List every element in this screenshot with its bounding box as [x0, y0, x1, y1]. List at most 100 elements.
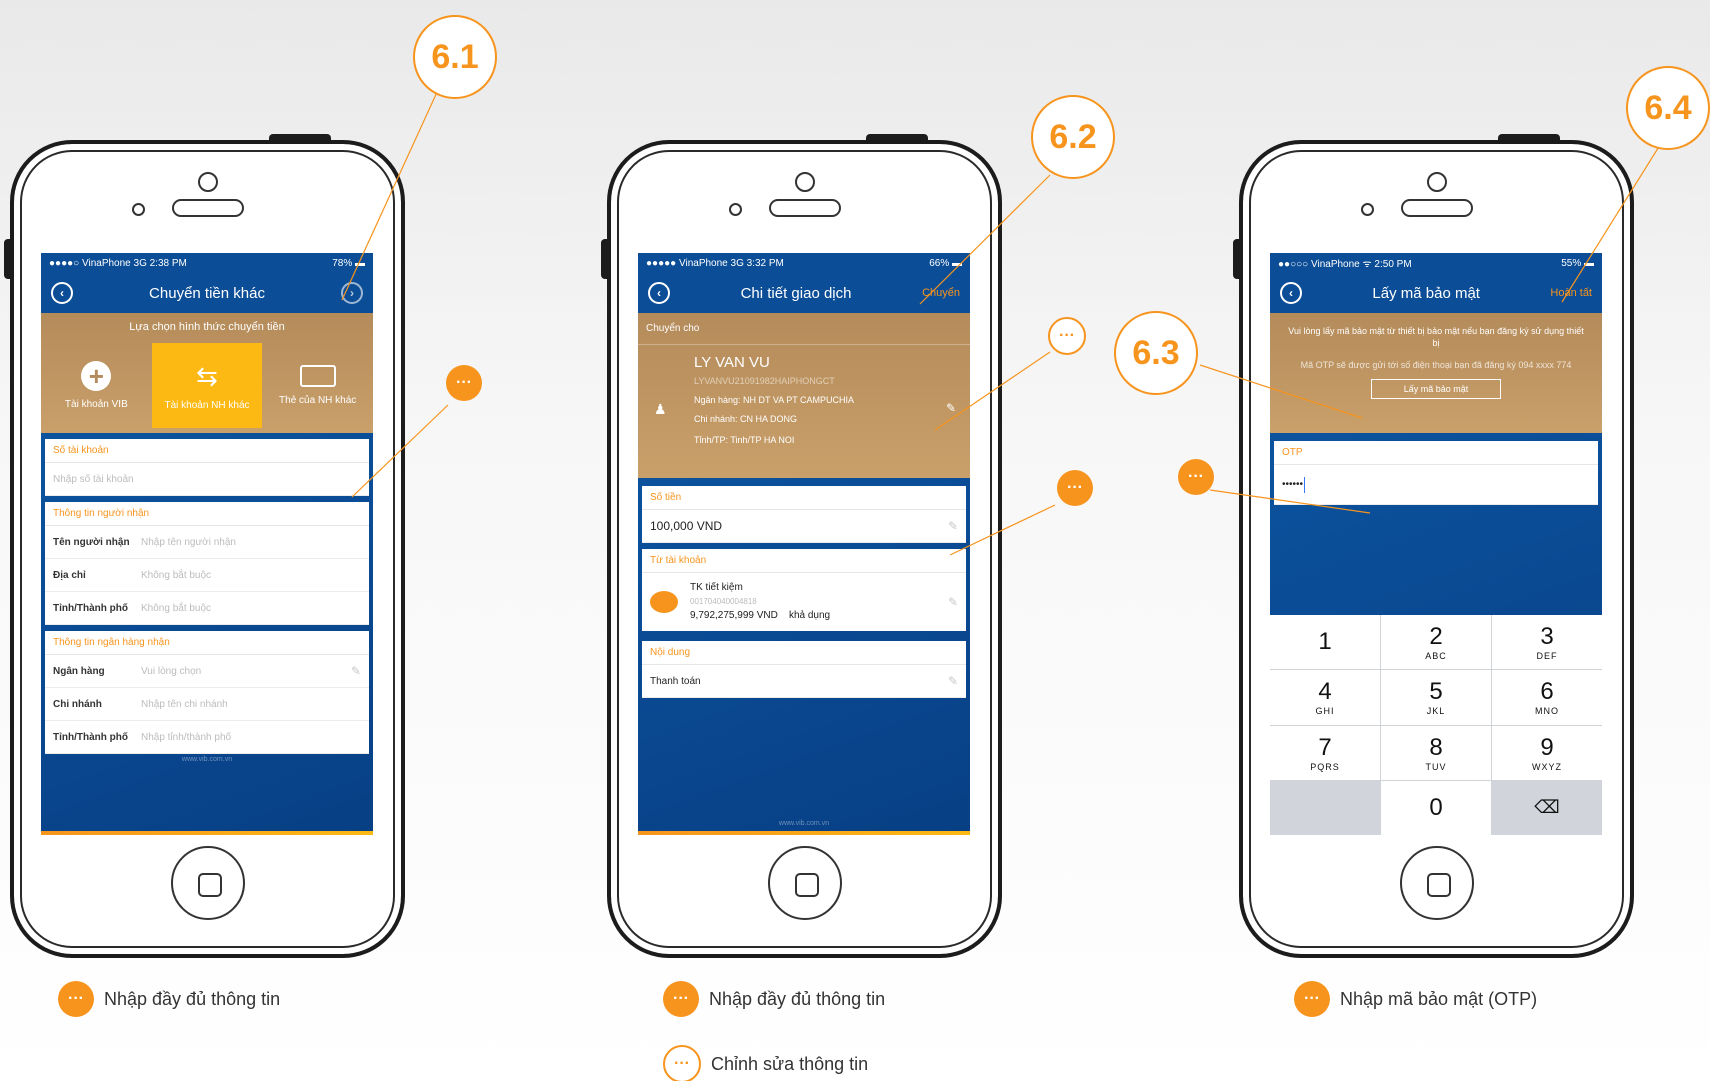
field-placeholder: Không bắt buộc: [141, 602, 212, 614]
backspace-icon: ⌫: [1534, 797, 1560, 818]
key-digit: 4: [1318, 678, 1332, 706]
key-digit: 5: [1429, 678, 1443, 706]
sensor: [729, 203, 742, 216]
key-digit: 3: [1540, 623, 1554, 651]
amount-value: 100,000 VND: [650, 519, 723, 533]
numeric-keypad: 1 2 ABC 3 DEF 4 GHI 5 JKL 6 MNO 7 PQRS 8 TUV 9W…: [1270, 615, 1602, 835]
get-code-button[interactable]: Lấy mã bảo mật: [1370, 379, 1502, 399]
marker-fill-3: ···: [1178, 459, 1214, 495]
back-icon[interactable]: ‹: [1280, 282, 1302, 304]
key-9[interactable]: 9 WXYZ: [1492, 725, 1602, 780]
content-value: Thanh toán: [650, 675, 701, 687]
amount-field[interactable]: 100,000 VND ✎: [642, 510, 966, 543]
status-carrier: ●●●●○ VinaPhone 3G 2:38 PM: [49, 257, 187, 269]
key-letters: TUV: [1425, 761, 1447, 772]
key-blank: [1270, 780, 1380, 835]
branch-field[interactable]: Chi nhánh Nhập tên chi nhánh: [45, 688, 369, 721]
fill-marker-icon: ···: [1294, 981, 1330, 1017]
recipient-info-header: Thông tin người nhận: [45, 502, 369, 526]
source-account-header: Từ tài khoản: [642, 549, 966, 573]
bank-info-header: Thông tin ngân hàng nhận: [45, 631, 369, 655]
otp-header: OTP: [1274, 441, 1598, 465]
key-letters: MNO: [1535, 706, 1559, 717]
marker-edit-2: ···: [1048, 317, 1086, 355]
bank-select[interactable]: Ngân hàng Vui lòng chọn ✎: [45, 655, 369, 688]
callout-6-3: 6.3: [1114, 311, 1198, 395]
backspace-key[interactable]: ⌫: [1492, 780, 1602, 835]
account-balance: 9,792,275,999 VND: [690, 610, 778, 621]
key-digit: 6: [1540, 678, 1554, 706]
field-placeholder: Nhập tên người nhận: [141, 536, 236, 548]
content-card: Nội dung Thanh toán ✎: [642, 641, 966, 698]
status-battery: 55% ▬: [1561, 257, 1594, 269]
account-number-input[interactable]: Nhập số tài khoản: [45, 463, 369, 496]
field-placeholder: Không bắt buộc: [141, 569, 212, 581]
option-vib-account[interactable]: + Tài khoản VIB: [41, 343, 152, 428]
key-1[interactable]: 1: [1270, 615, 1380, 670]
legend-p1: ··· Nhập đầy đủ thông tin: [58, 981, 280, 1017]
recipient-bank: Ngân hàng: NH DT VA PT CAMPUCHIA: [694, 395, 855, 405]
home-button[interactable]: [1399, 846, 1474, 920]
footer-url: www.vib.com.vn: [181, 756, 233, 763]
amount-header: Số tiền: [642, 486, 966, 510]
account-number-header: Số tài khoản: [45, 439, 369, 463]
pencil-icon: ✎: [947, 595, 958, 609]
recipient-address-field[interactable]: Địa chỉ Không bắt buộc: [45, 559, 369, 592]
text-cursor: [1304, 476, 1306, 493]
device-notice: Vui lòng lấy mã bảo mật từ thiết bị bảo …: [1288, 326, 1584, 348]
key-digit: 0: [1429, 793, 1443, 821]
sensor: [132, 203, 145, 216]
field-placeholder: Nhập tên chi nhánh: [141, 698, 228, 710]
home-button[interactable]: [170, 846, 245, 920]
amount-card: Số tiền 100,000 VND ✎: [642, 486, 966, 543]
next-icon[interactable]: ›: [341, 282, 363, 304]
done-button[interactable]: Hoàn tất: [1550, 287, 1592, 299]
back-icon[interactable]: ‹: [648, 282, 670, 304]
key-2[interactable]: 2 ABC: [1381, 615, 1491, 670]
field-label: Tên người nhận: [53, 536, 130, 548]
key-4[interactable]: 4 GHI: [1270, 670, 1380, 725]
source-account-field[interactable]: TK tiết kiệm 001704040004818 9,792,275,9…: [642, 573, 966, 631]
recipient-branch: Chi nhánh: CN HA DONG: [694, 414, 798, 424]
volume-buttons: [4, 239, 12, 279]
field-label: Địa chỉ: [53, 569, 86, 581]
legend-p3: ··· Nhập mã bảo mật (OTP): [1294, 981, 1537, 1017]
home-button[interactable]: [767, 846, 842, 920]
edit-recipient-icon[interactable]: ✎: [946, 401, 956, 415]
power-button: [866, 134, 928, 142]
content-field[interactable]: Thanh toán ✎: [642, 665, 966, 698]
pencil-icon: ✎: [350, 664, 361, 678]
pencil-icon: ✎: [947, 519, 958, 533]
fill-marker-icon: ···: [58, 981, 94, 1017]
key-5[interactable]: 5 JKL: [1381, 670, 1491, 725]
status-bar: ●●●●● VinaPhone 3G 3:32 PM 66% ▬: [638, 253, 970, 273]
bank-province-field[interactable]: Tỉnh/Thành phố Nhập tỉnh/thành phố: [45, 721, 369, 754]
key-6[interactable]: 6 MNO: [1492, 670, 1602, 725]
footer-url: www.vib.com.vn: [778, 820, 830, 827]
transfer-button[interactable]: Chuyển: [922, 287, 960, 299]
option-other-bank-card[interactable]: Thẻ của NH khác: [262, 343, 373, 428]
option-other-bank-account[interactable]: ⇆ Tài khoản NH khác: [151, 343, 263, 428]
status-battery: 66% ▬: [929, 257, 962, 269]
account-number: 001704040004818: [690, 597, 757, 606]
back-icon[interactable]: ‹: [51, 282, 73, 304]
key-letters: DEF: [1536, 651, 1558, 662]
status-carrier: ●●○○○ VinaPhone ᯤ 2:50 PM: [1278, 259, 1412, 270]
otp-input[interactable]: ••••••: [1274, 465, 1598, 505]
power-button: [1498, 134, 1560, 142]
key-7[interactable]: 7 PQRS: [1270, 725, 1380, 780]
recipient-province-field[interactable]: Tỉnh/Thành phố Không bắt buộc: [45, 592, 369, 625]
page-title: Chi tiết giao dịch: [740, 284, 852, 302]
option-label: Tài khoản VIB: [64, 399, 128, 410]
recipient-section: Chuyển cho ♟ LY VAN VU LYVANVU21091982HA…: [638, 313, 970, 478]
key-digit: 8: [1429, 733, 1443, 761]
phone-1: ●●●●○ VinaPhone 3G 2:38 PM 78% ▬ ‹ Chuyể…: [4, 134, 405, 958]
volume-buttons: [1233, 239, 1241, 279]
key-8[interactable]: 8 TUV: [1381, 725, 1491, 780]
key-3[interactable]: 3 DEF: [1492, 615, 1602, 670]
section-title: Lựa chọn hình thức chuyển tiền: [129, 321, 285, 333]
recipient-name-field[interactable]: Tên người nhận Nhập tên người nhận: [45, 526, 369, 559]
key-digit: 1: [1318, 628, 1332, 656]
key-0[interactable]: 0: [1381, 780, 1491, 835]
key-letters: PQRS: [1310, 761, 1340, 772]
